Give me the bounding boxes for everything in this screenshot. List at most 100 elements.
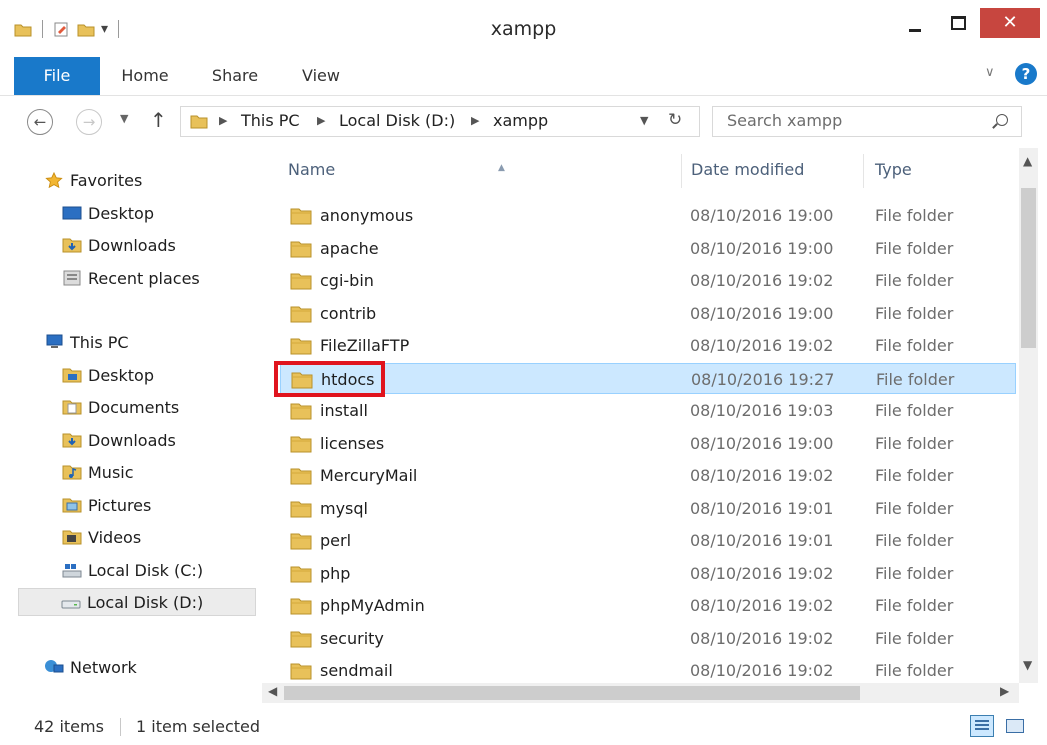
nav-label: Favorites <box>70 171 143 190</box>
details-view-icon[interactable] <box>970 715 994 737</box>
file-row-htdocs[interactable]: htdocs 08/10/2016 19:27 File folder <box>280 362 1016 394</box>
scroll-left-icon[interactable]: ◀ <box>268 684 277 698</box>
tab-view[interactable]: View <box>300 57 342 95</box>
nav-label: Downloads <box>88 431 176 450</box>
folder-icon <box>290 598 312 615</box>
file-name: phpMyAdmin <box>320 596 425 615</box>
window-title: xampp <box>490 18 557 40</box>
nav-this-pc-pictures[interactable]: Pictures <box>62 492 151 520</box>
file-type: File folder <box>875 466 954 485</box>
file-row-sendmail[interactable]: sendmail 08/10/2016 19:02 File folder <box>280 655 1016 683</box>
search-input[interactable]: Search xampp <box>712 106 1022 137</box>
nav-label: Desktop <box>88 204 154 223</box>
file-row-contrib[interactable]: contrib 08/10/2016 19:00 File folder <box>280 298 1016 329</box>
file-row-phpmyadmin[interactable]: phpMyAdmin 08/10/2016 19:02 File folder <box>280 590 1016 621</box>
nav-label: Network <box>70 658 137 677</box>
maximize-button[interactable] <box>938 8 978 38</box>
file-type: File folder <box>875 271 954 290</box>
folder-icon <box>290 501 312 517</box>
expand-ribbon-icon[interactable]: ∨ <box>985 65 995 80</box>
nav-favorites[interactable]: Favorites <box>44 167 142 195</box>
minimize-button[interactable] <box>896 8 936 38</box>
horizontal-scroll-thumb[interactable] <box>284 686 860 700</box>
nav-local-disk-d[interactable]: Local Disk (D:) <box>18 588 256 616</box>
breadcrumb-xampp[interactable]: xampp <box>493 111 548 130</box>
up-button[interactable]: ↑ <box>150 108 167 132</box>
search-icon[interactable] <box>996 114 1008 126</box>
address-bar[interactable]: ▶ This PC ▶ Local Disk (D:) ▶ xampp ▼ ↻ <box>180 106 700 137</box>
recent-locations-icon[interactable]: ▼ <box>120 112 128 125</box>
file-row-anonymous[interactable]: anonymous 08/10/2016 19:00 File folder <box>280 200 1016 231</box>
tab-file[interactable]: File <box>14 57 100 95</box>
file-row-apache[interactable]: apache 08/10/2016 19:00 File folder <box>280 233 1016 264</box>
breadcrumb-separator[interactable]: ▶ <box>317 114 325 127</box>
folder-icon <box>190 115 208 129</box>
close-button[interactable]: ✕ <box>980 8 1040 38</box>
file-name: cgi-bin <box>320 271 374 290</box>
breadcrumb-local-disk-d[interactable]: Local Disk (D:) <box>339 111 455 130</box>
scroll-right-icon[interactable]: ▶ <box>1000 684 1009 698</box>
nav-this-pc-music[interactable]: Music <box>62 459 134 487</box>
scroll-down-icon[interactable]: ▼ <box>1023 658 1032 672</box>
address-history-icon[interactable]: ▼ <box>640 114 648 127</box>
breadcrumb-this-pc[interactable]: This PC <box>241 111 300 130</box>
file-name: sendmail <box>320 661 393 680</box>
folder-icon <box>290 306 312 322</box>
large-icons-view-icon[interactable] <box>1003 715 1027 737</box>
file-row-cgi-bin[interactable]: cgi-bin 08/10/2016 19:02 File folder <box>280 265 1016 296</box>
breadcrumb-separator[interactable]: ▶ <box>219 114 227 127</box>
column-divider[interactable] <box>863 154 864 188</box>
nav-local-disk-c[interactable]: Local Disk (C:) <box>62 557 203 585</box>
system-drive-icon <box>62 563 82 577</box>
vertical-scrollbar[interactable]: ▲ ▼ <box>1019 148 1038 683</box>
vertical-scroll-thumb[interactable] <box>1021 188 1036 348</box>
column-divider[interactable] <box>681 154 682 188</box>
scroll-up-icon[interactable]: ▲ <box>1023 154 1032 168</box>
nav-network[interactable]: Network <box>44 654 137 682</box>
horizontal-scrollbar[interactable]: ◀ ▶ <box>262 683 1019 703</box>
column-header-name[interactable]: Name ▲ <box>288 148 505 192</box>
refresh-icon[interactable]: ↻ <box>668 110 682 130</box>
back-button[interactable]: ← <box>27 109 53 135</box>
file-row-licenses[interactable]: licenses 08/10/2016 19:00 File folder <box>280 428 1016 459</box>
folder-icon <box>290 468 312 485</box>
file-row-security[interactable]: security 08/10/2016 19:02 File folder <box>280 623 1016 654</box>
recent-places-icon <box>63 270 81 285</box>
file-date-modified: 08/10/2016 19:02 <box>690 628 834 648</box>
pictures-icon <box>62 498 82 512</box>
nav-this-pc-documents[interactable]: Documents <box>62 394 179 422</box>
nav-this-pc-videos[interactable]: Videos <box>62 524 141 552</box>
file-row-install[interactable]: install 08/10/2016 19:03 File folder <box>280 395 1016 426</box>
folder-icon <box>290 631 312 647</box>
column-header-date-modified[interactable]: Date modified <box>691 148 804 192</box>
nav-favorites-recent-places[interactable]: Recent places <box>62 265 200 293</box>
folder-icon <box>290 533 312 550</box>
file-date-modified: 08/10/2016 19:00 <box>690 238 834 258</box>
nav-label: Desktop <box>88 366 154 385</box>
file-type: File folder <box>875 661 954 680</box>
nav-label: Downloads <box>88 236 176 255</box>
folder-icon <box>290 241 312 257</box>
music-icon <box>62 465 82 479</box>
help-icon[interactable]: ? <box>1015 63 1037 85</box>
tab-home[interactable]: Home <box>120 57 170 95</box>
file-type: File folder <box>875 433 954 453</box>
nav-favorites-desktop[interactable]: Desktop <box>62 200 154 228</box>
nav-this-pc-downloads[interactable]: Downloads <box>62 427 176 455</box>
breadcrumb-separator[interactable]: ▶ <box>471 114 479 127</box>
drive-icon <box>61 600 81 608</box>
file-row-mysql[interactable]: mysql 08/10/2016 19:01 File folder <box>280 493 1016 524</box>
nav-favorites-downloads[interactable]: Downloads <box>62 232 176 260</box>
file-type: File folder <box>876 369 955 389</box>
file-row-perl[interactable]: perl 08/10/2016 19:01 File folder <box>280 525 1016 556</box>
file-row-mercurymail[interactable]: MercuryMail 08/10/2016 19:02 File folder <box>280 460 1016 491</box>
column-header-type[interactable]: Type <box>875 148 912 192</box>
file-row-php[interactable]: php 08/10/2016 19:02 File folder <box>280 558 1016 589</box>
forward-button[interactable]: → <box>76 109 102 135</box>
nav-this-pc-desktop[interactable]: Desktop <box>62 362 154 390</box>
tab-share[interactable]: Share <box>210 57 260 95</box>
nav-this-pc[interactable]: This PC <box>44 329 129 357</box>
file-type: File folder <box>875 531 954 550</box>
navigation-bar: ← → ▼ ↑ ▶ This PC ▶ Local Disk (D:) ▶ xa… <box>0 96 1047 148</box>
file-row-filezillaftp[interactable]: FileZillaFTP 08/10/2016 19:02 File folder <box>280 330 1016 361</box>
